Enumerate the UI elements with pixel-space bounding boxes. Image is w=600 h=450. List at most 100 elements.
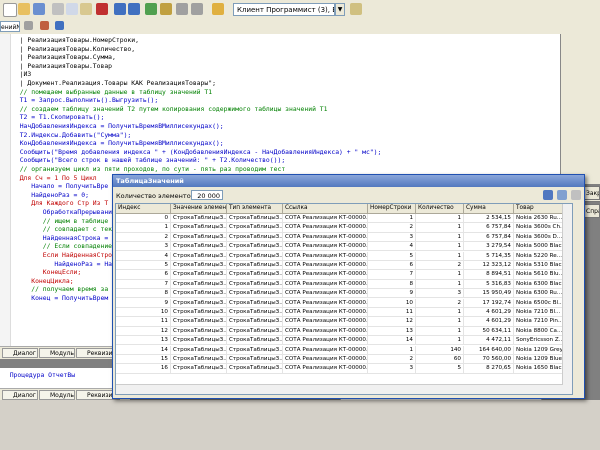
column-header[interactable]: Товар: [514, 204, 563, 213]
value-table-grid[interactable]: ИндексЗначение элементаТип элементаСсылк…: [115, 203, 573, 395]
config-icon[interactable]: [212, 3, 224, 15]
step-icon[interactable]: [55, 21, 64, 30]
table-cell: 1: [416, 242, 464, 251]
code-line: | РеализацияТовары.Количество,: [12, 44, 136, 53]
table-cell: 2: [116, 232, 171, 242]
table-row[interactable]: 10 СтрокаТаблицыЗ... СтрокаТаблицыЗ... СОТА…: [116, 308, 572, 318]
save-icon[interactable]: [33, 3, 45, 15]
column-header[interactable]: Тип элемента: [227, 204, 283, 213]
table-cell: СтрокаТаблицыЗ...: [229, 345, 283, 354]
table-cell: 50 634,11: [464, 326, 514, 336]
table-cell: Nokia 3600s Ch...: [516, 223, 563, 232]
table-row[interactable]: 11 СтрокаТаблицыЗ... СтрокаТаблицыЗ... СОТА…: [116, 317, 572, 327]
replace-icon[interactable]: [191, 3, 203, 15]
export-icon[interactable]: [571, 190, 581, 200]
code-line: | РеализацияТовары.Товар: [12, 61, 113, 70]
table-row[interactable]: 16 СтрокаТаблицыЗ... СтрокаТаблицыЗ... СОТА…: [116, 364, 572, 374]
table-row[interactable]: 12 СтрокаТаблицыЗ... СтрокаТаблицыЗ... СОТА…: [116, 326, 572, 337]
table-cell: 9: [368, 289, 416, 298]
table-row[interactable]: 6 СтрокаТаблицыЗ... СтрокаТаблицыЗ... СОТА …: [116, 270, 572, 280]
table-row[interactable]: 0 СтрокаТаблицыЗ... СтрокаТаблицыЗ... СОТА …: [116, 214, 572, 224]
vertical-scrollbar[interactable]: [562, 204, 572, 394]
count-field[interactable]: 20 000: [191, 190, 223, 200]
module-toolbar: ений№а: [0, 20, 600, 35]
table-cell: СтрокаТаблицыЗ...: [173, 251, 227, 260]
table-cell: 164 640,00: [464, 345, 514, 354]
column-header[interactable]: Ссылка: [283, 204, 368, 213]
column-header[interactable]: Индекс: [116, 204, 171, 213]
run-icon[interactable]: [145, 3, 157, 15]
code-line: КонецЕсли;: [12, 268, 82, 277]
table-cell: 1: [368, 214, 416, 223]
open-folder-icon[interactable]: [18, 3, 30, 15]
print-icon[interactable]: [543, 190, 553, 200]
table-cell: СОТА Реализация КТ-00000...: [285, 223, 368, 232]
column-header[interactable]: Значение элемента: [171, 204, 227, 213]
table-row[interactable]: 7 СтрокаТаблицыЗ... СтрокаТаблицыЗ... СОТА …: [116, 279, 572, 290]
table-row[interactable]: 8 СтрокаТаблицыЗ... СтрокаТаблицыЗ... СОТА …: [116, 289, 572, 299]
properties-icon[interactable]: [350, 3, 362, 15]
table-cell: 4 472,11: [464, 336, 514, 345]
tab-module[interactable]: Модуль: [39, 390, 75, 400]
table-cell: СтрокаТаблицыЗ...: [173, 223, 227, 232]
code-line: Конец = ПолучитьВрем: [12, 294, 109, 302]
main-toolbar: Клиент Программист (3), ВОКРС1 ▼: [0, 0, 600, 21]
client-context-combo[interactable]: Клиент Программист (3), ВОКРС1: [233, 3, 335, 16]
table-row[interactable]: 13 СтрокаТаблицыЗ... СтрокаТаблицыЗ... СОТА…: [116, 336, 572, 346]
new-document-icon[interactable]: [3, 3, 17, 17]
help-button-side[interactable]: Спра: [583, 204, 600, 218]
horizontal-scrollbar[interactable]: [116, 384, 563, 394]
debug-icon[interactable]: [160, 3, 172, 15]
procedure-list-icon[interactable]: [24, 21, 33, 30]
code-line: НачДобавленияИндекса = ПолучитьВремяВМил…: [12, 122, 224, 130]
table-cell: 6 757,84: [464, 223, 514, 232]
table-cell: 5 714,35: [464, 251, 514, 260]
breakpoint-icon[interactable]: [40, 21, 49, 30]
column-header[interactable]: Сумма: [464, 204, 514, 213]
code-line: // получаем время за: [12, 285, 109, 294]
table-row[interactable]: 1 СтрокаТаблицыЗ... СтрокаТаблицыЗ... СОТА …: [116, 223, 572, 233]
copy-icon[interactable]: [66, 3, 78, 15]
paste-icon[interactable]: [80, 3, 92, 15]
table-row[interactable]: 14 СтрокаТаблицыЗ... СтрокаТаблицыЗ... СОТА…: [116, 345, 572, 355]
table-cell: СтрокаТаблицыЗ...: [229, 289, 283, 298]
find-icon[interactable]: [176, 3, 188, 15]
table-row[interactable]: 5 СтрокаТаблицыЗ... СтрокаТаблицыЗ... СОТА …: [116, 261, 572, 271]
table-row[interactable]: 4 СтрокаТаблицыЗ... СтрокаТаблицыЗ... СОТА …: [116, 251, 572, 261]
table-row[interactable]: 9 СтрокаТаблицыЗ... СтрокаТаблицыЗ... СОТА …: [116, 298, 572, 308]
table-cell: СтрокаТаблицыЗ...: [173, 261, 227, 270]
column-header[interactable]: Количество: [416, 204, 464, 213]
module-select[interactable]: ений№а: [0, 21, 20, 32]
tab-module[interactable]: Модуль: [39, 348, 75, 358]
close-button-side[interactable]: Закр: [583, 186, 600, 200]
table-cell: СтрокаТаблицыЗ...: [229, 326, 283, 336]
chevron-down-icon[interactable]: ▼: [335, 3, 345, 16]
undo-icon[interactable]: [114, 3, 126, 15]
tab-dialog[interactable]: Диалог: [2, 390, 38, 400]
table-cell: СтрокаТаблицыЗ...: [229, 317, 283, 326]
code-line: Процедура ОтчетВы: [2, 371, 76, 379]
grid-header: ИндексЗначение элементаТип элементаСсылк…: [116, 204, 572, 214]
table-cell: СтрокаТаблицыЗ...: [229, 223, 283, 232]
table-cell: СтрокаТаблицыЗ...: [173, 214, 227, 223]
redo-icon[interactable]: [128, 3, 140, 15]
table-cell: СтрокаТаблицыЗ...: [173, 345, 227, 354]
column-header[interactable]: НомерСтроки: [368, 204, 416, 213]
table-cell: СОТА Реализация КТ-00000...: [285, 298, 368, 307]
table-cell: 1: [416, 317, 464, 326]
tab-dialog[interactable]: Диалог: [2, 348, 38, 358]
cut-icon[interactable]: [52, 3, 64, 15]
table-cell: СОТА Реализация КТ-00000...: [285, 308, 368, 317]
table-cell: СОТА Реализация КТ-00000...: [285, 289, 368, 298]
table-row[interactable]: 3 СтрокаТаблицыЗ... СтрокаТаблицыЗ... СОТА …: [116, 242, 572, 252]
table-cell: 12: [116, 326, 171, 336]
delete-icon[interactable]: [96, 3, 108, 15]
table-cell: СОТА Реализация КТ-00000...: [285, 364, 368, 373]
table-cell: 5 316,83: [464, 279, 514, 289]
table-cell: 6: [116, 270, 171, 279]
settings-icon[interactable]: [557, 190, 567, 200]
table-row[interactable]: 15 СтрокаТаблицыЗ... СтрокаТаблицыЗ... СОТА…: [116, 355, 572, 365]
table-cell: 10: [368, 298, 416, 307]
table-cell: СтрокаТаблицыЗ...: [229, 279, 283, 289]
table-row[interactable]: 2 СтрокаТаблицыЗ... СтрокаТаблицыЗ... СОТА …: [116, 232, 572, 243]
